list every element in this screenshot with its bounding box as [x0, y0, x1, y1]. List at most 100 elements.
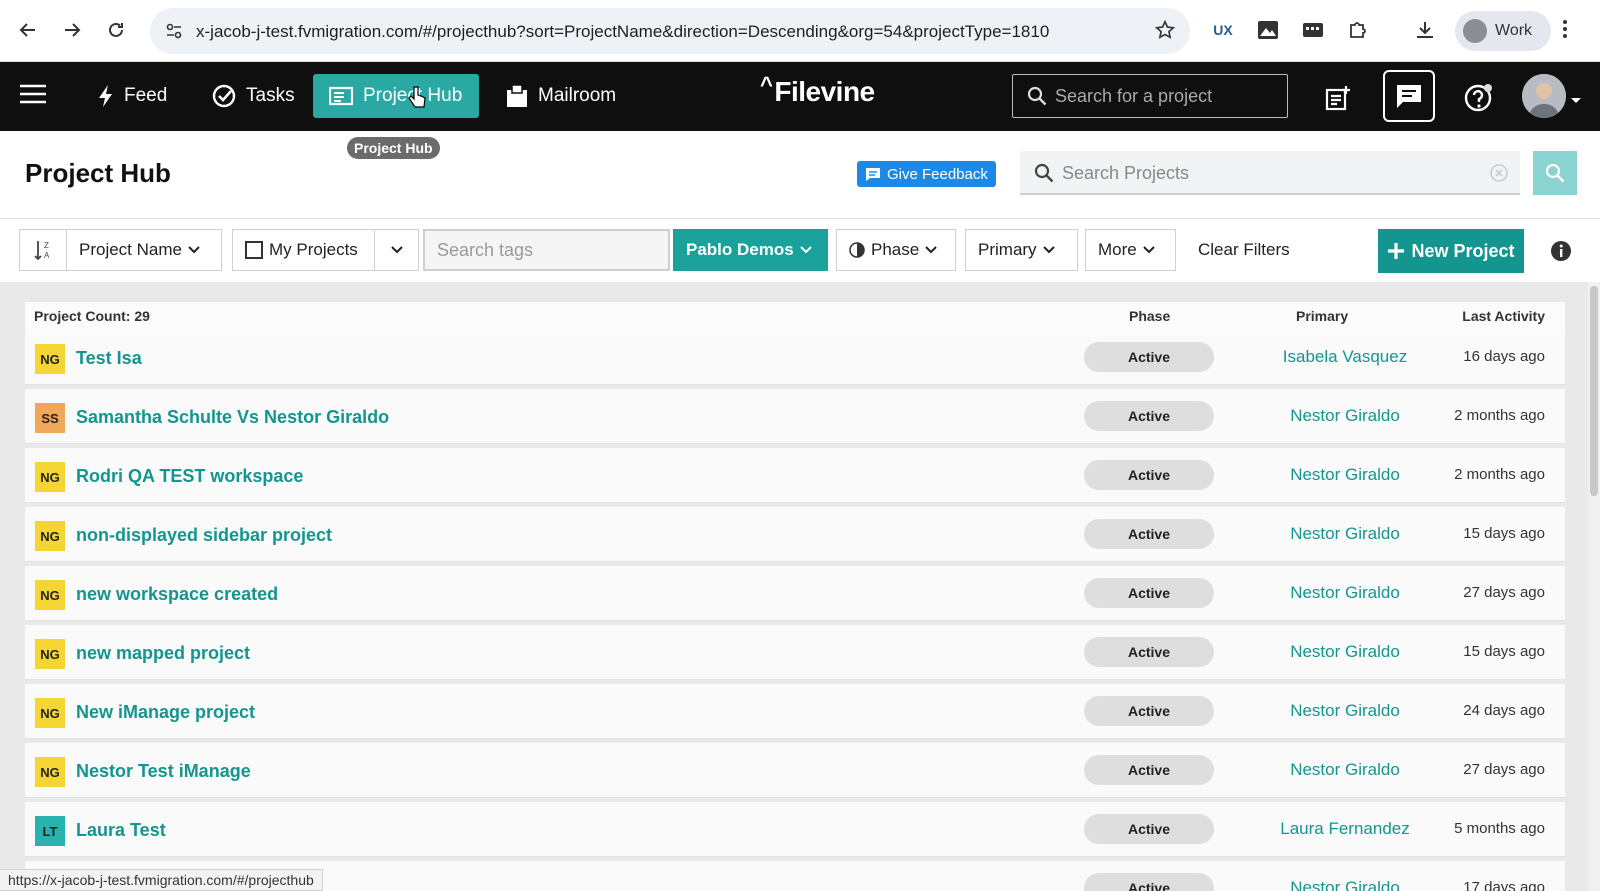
my-projects-checkbox[interactable] [245, 241, 263, 259]
plus-icon [1388, 243, 1405, 259]
extensions-puzzle-icon[interactable] [1343, 15, 1373, 45]
primary-contact-link[interactable]: Nestor Giraldo [1220, 878, 1470, 891]
project-search-input[interactable]: Search for a project [1012, 74, 1288, 118]
phase-badge: Active [1084, 578, 1214, 608]
project-name-link[interactable]: new workspace created [76, 584, 278, 605]
primary-contact-link[interactable]: Nestor Giraldo [1220, 406, 1470, 426]
more-filters-dropdown[interactable]: More [1085, 229, 1176, 271]
give-feedback-button[interactable]: Give Feedback [857, 161, 996, 187]
mountain-extension-icon[interactable] [1253, 15, 1283, 45]
search-tags-placeholder: Search tags [437, 239, 534, 260]
address-bar[interactable]: x-jacob-j-test.fvmigration.com/#/project… [150, 8, 1190, 54]
last-activity: 15 days ago [1463, 525, 1545, 542]
messages-icon[interactable] [1383, 70, 1435, 122]
page-title: Project Hub [25, 158, 171, 188]
project-row[interactable]: NG new workspace created Active Nestor Gira… [25, 566, 1565, 621]
project-name-link[interactable]: Rodri QA TEST workspace [76, 466, 303, 487]
search-projects-placeholder: Search Projects [1062, 163, 1190, 183]
phase-filter-dropdown[interactable]: Phase [836, 229, 956, 271]
project-row[interactable]: NG non-displayed sidebar project Active Nes… [25, 507, 1565, 562]
project-initials-badge: NG [35, 580, 65, 610]
col-phase[interactable]: Phase [1129, 308, 1170, 324]
project-row[interactable]: NG Test Isa Active Isabela Vasquez 16 days a… [25, 330, 1565, 385]
project-row[interactable]: LT Laura Test Active Laura Fernandez 5 month… [25, 802, 1565, 857]
site-settings-icon[interactable] [164, 21, 184, 46]
search-icon [1027, 86, 1047, 111]
project-name-link[interactable]: non-displayed sidebar project [76, 525, 332, 546]
primary-filter-dropdown[interactable]: Primary [965, 229, 1078, 271]
primary-contact-link[interactable]: Nestor Giraldo [1220, 465, 1470, 485]
keyboard-extension-icon[interactable] [1298, 15, 1328, 45]
svg-text:A: A [44, 251, 50, 260]
search-projects-input[interactable]: Search Projects [1020, 151, 1520, 195]
nav-feed[interactable]: Feed [82, 74, 183, 118]
filevine-logo[interactable]: ^ Filevine [760, 72, 875, 108]
nav-project-hub[interactable]: Project Hub [313, 74, 479, 118]
back-icon[interactable] [12, 14, 44, 46]
my-projects-toggle[interactable]: My Projects [232, 229, 375, 271]
url-text: x-jacob-j-test.fvmigration.com/#/project… [196, 22, 1050, 41]
project-row[interactable]: NG Nestor Test iManage Active Nestor Girald… [25, 743, 1565, 798]
project-row[interactable]: NG New iManage project Active Nestor Girald… [25, 684, 1565, 739]
reload-icon[interactable] [100, 14, 132, 46]
project-name-link[interactable]: new mapped project [76, 643, 250, 664]
search-projects-button[interactable] [1533, 151, 1577, 195]
primary-contact-link[interactable]: Isabela Vasquez [1220, 347, 1470, 367]
phase-badge: Active [1084, 460, 1214, 490]
project-name-link[interactable]: New iManage project [76, 702, 255, 723]
project-name-link[interactable]: Laura Test [76, 820, 166, 841]
forward-icon[interactable] [56, 14, 88, 46]
col-last-activity[interactable]: Last Activity [1462, 308, 1545, 324]
project-name-link[interactable]: Test Isa [76, 348, 142, 369]
primary-contact-link[interactable]: Nestor Giraldo [1220, 760, 1470, 780]
user-menu-chevron-down-icon[interactable] [1570, 92, 1582, 110]
project-name-link[interactable]: Samantha Schulte Vs Nestor Giraldo [76, 407, 389, 428]
primary-contact-link[interactable]: Nestor Giraldo [1220, 524, 1470, 544]
logo-roof-icon: ^ [760, 72, 773, 97]
sort-z-a-icon: ZA [34, 241, 50, 261]
project-row[interactable]: NG Rodri QA TEST workspace Active Nestor Gi… [25, 448, 1565, 503]
profile-button[interactable]: Work [1455, 11, 1551, 51]
primary-contact-link[interactable]: Laura Fernandez [1220, 819, 1470, 839]
col-primary[interactable]: Primary [1296, 308, 1348, 324]
project-hub-tooltip: Project Hub [347, 137, 440, 159]
phase-badge: Active [1084, 519, 1214, 549]
org-dropdown[interactable]: Pablo Demos [673, 229, 828, 271]
info-icon[interactable] [1550, 240, 1572, 267]
sort-direction-button[interactable]: ZA [19, 229, 67, 271]
help-icon[interactable] [1454, 74, 1502, 122]
last-activity: 2 months ago [1454, 466, 1545, 483]
project-name-link[interactable]: Nestor Test iManage [76, 761, 251, 782]
user-avatar[interactable] [1522, 74, 1566, 118]
hamburger-menu-icon[interactable] [20, 84, 46, 109]
project-initials-badge: NG [35, 757, 65, 787]
last-activity: 24 days ago [1463, 702, 1545, 719]
my-projects-dropdown[interactable] [374, 229, 419, 271]
chevron-down-icon [188, 246, 200, 254]
bookmark-star-icon[interactable] [1154, 19, 1176, 46]
sort-field-label: Project Name [79, 240, 182, 259]
new-project-button[interactable]: New Project [1378, 229, 1524, 273]
lightning-icon [99, 85, 112, 107]
nav-mailroom[interactable]: Mailroom [490, 74, 632, 118]
project-row[interactable]: SS Samantha Schulte Vs Nestor Giraldo Acti… [25, 389, 1565, 444]
nav-tasks[interactable]: Tasks [196, 74, 311, 118]
phase-badge: Active [1084, 696, 1214, 726]
scrollbar-thumb[interactable] [1590, 286, 1598, 496]
ux-extension-icon[interactable]: UX [1208, 15, 1238, 45]
sort-field-dropdown[interactable]: Project Name [66, 229, 222, 271]
browser-menu-icon[interactable] [1562, 18, 1568, 45]
new-note-icon[interactable] [1314, 74, 1362, 122]
clear-filters-button[interactable]: Clear Filters [1186, 229, 1302, 271]
primary-filter-label: Primary [978, 240, 1037, 259]
project-row[interactable]: NG new mapped project Active Nestor Giraldo… [25, 625, 1565, 680]
clear-filters-label: Clear Filters [1198, 240, 1290, 259]
nav-tasks-label: Tasks [246, 85, 295, 106]
search-tags-input[interactable]: Search tags [423, 229, 670, 271]
download-icon[interactable] [1410, 15, 1440, 45]
project-initials-badge: NG [35, 462, 65, 492]
primary-contact-link[interactable]: Nestor Giraldo [1220, 583, 1470, 603]
clear-search-icon[interactable] [1490, 164, 1508, 187]
primary-contact-link[interactable]: Nestor Giraldo [1220, 642, 1470, 662]
primary-contact-link[interactable]: Nestor Giraldo [1220, 701, 1470, 721]
